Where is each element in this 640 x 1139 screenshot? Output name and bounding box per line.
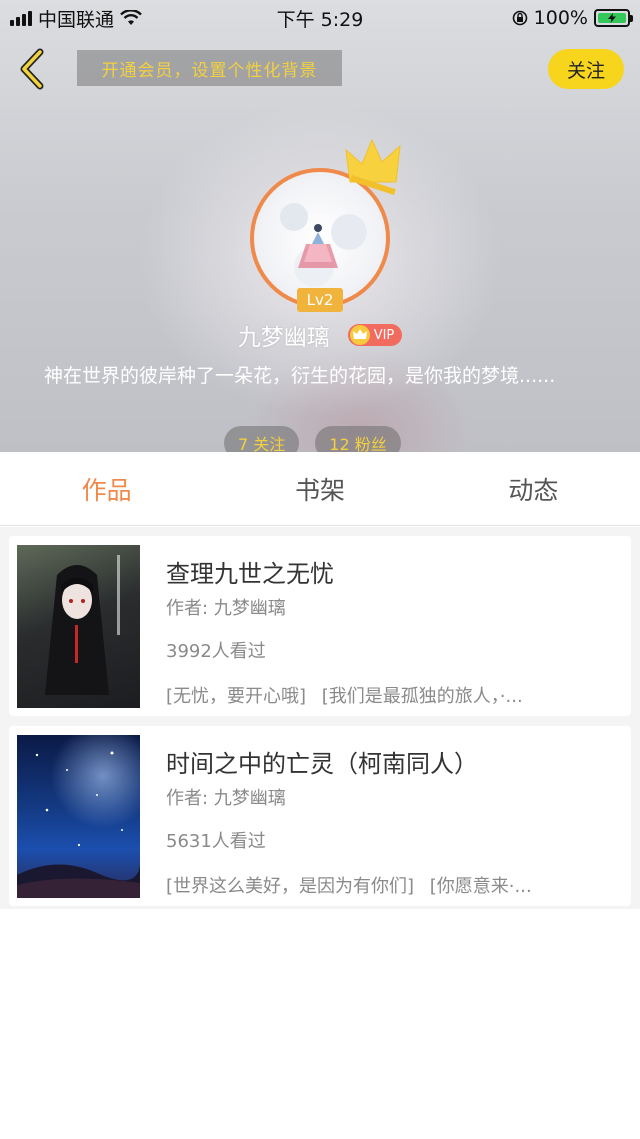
book-cover [17, 545, 140, 708]
work-views: 3992人看过 [166, 641, 266, 662]
orientation-lock-icon [512, 10, 527, 26]
work-tag: [你愿意来·... [429, 876, 532, 897]
signal-icon [10, 10, 32, 26]
work-tag: [无忧，要开心哦] [166, 686, 307, 707]
list-item[interactable]: 时间之中的亡灵（柯南同人） 作者: 九梦幽璃 5631人看过 [世界这么美好，是… [9, 726, 631, 906]
work-title: 时间之中的亡灵（柯南同人） [166, 750, 478, 778]
back-button[interactable] [12, 46, 52, 92]
crown-icon [345, 138, 401, 195]
level-badge: Lv2 [297, 288, 343, 312]
carrier-label: 中国联通 [38, 8, 115, 31]
book-cover [17, 735, 140, 898]
follow-button[interactable]: 关注 [548, 49, 624, 89]
tab-bookshelf[interactable]: 书架 [213, 452, 426, 525]
chevron-left-icon [20, 48, 44, 90]
vip-crown-icon [349, 325, 370, 345]
work-title: 查理九世之无忧 [166, 560, 334, 588]
vip-background-banner[interactable]: 开通会员，设置个性化背景 [77, 50, 342, 86]
work-views: 5631人看过 [166, 831, 266, 852]
stats-row: 7 关注 12 粉丝 [224, 426, 401, 452]
status-left: 中国联通 [10, 5, 142, 32]
status-time: 下午 5:29 [276, 8, 364, 31]
profile-header: 中国联通 下午 5:29 100% 开通会员，设置个性化背景 关注 Lv2 九梦… [0, 0, 640, 452]
tab-activity[interactable]: 动态 [427, 452, 640, 525]
following-count[interactable]: 7 关注 [224, 426, 300, 452]
work-tag: [世界这么美好，是因为有你们] [166, 876, 415, 897]
work-tag: [我们是最孤独的旅人，·... [321, 686, 523, 707]
followers-count[interactable]: 12 粉丝 [315, 426, 401, 452]
list-item[interactable]: 查理九世之无忧 作者: 九梦幽璃 3992人看过 [无忧，要开心哦] [我们是最… [9, 536, 631, 716]
works-list: 查理九世之无忧 作者: 九梦幽璃 3992人看过 [无忧，要开心哦] [我们是最… [0, 527, 640, 909]
wifi-icon [120, 10, 142, 25]
tab-bar: 作品 书架 动态 [0, 452, 640, 526]
bio-text: 神在世界的彼岸种了一朵花，衍生的花园，是你我的梦境...... [44, 365, 556, 387]
work-tags: [无忧，要开心哦] [我们是最孤独的旅人，·... [166, 682, 616, 708]
username-row: 九梦幽璃 VIP [0, 318, 640, 352]
status-right: 100% [512, 7, 633, 29]
avatar-container[interactable]: Lv2 [250, 138, 401, 312]
vip-label: VIP [373, 327, 395, 343]
vip-badge[interactable]: VIP [347, 324, 403, 346]
username: 九梦幽璃 [237, 325, 330, 351]
tab-works[interactable]: 作品 [0, 452, 213, 525]
status-bar: 中国联通 下午 5:29 100% [0, 0, 640, 36]
battery-percent: 100% [533, 7, 588, 29]
work-author: 作者: 九梦幽璃 [166, 598, 286, 619]
work-tags: [世界这么美好，是因为有你们] [你愿意来·... [166, 872, 616, 898]
battery-icon [594, 9, 633, 27]
work-author: 作者: 九梦幽璃 [166, 788, 286, 809]
